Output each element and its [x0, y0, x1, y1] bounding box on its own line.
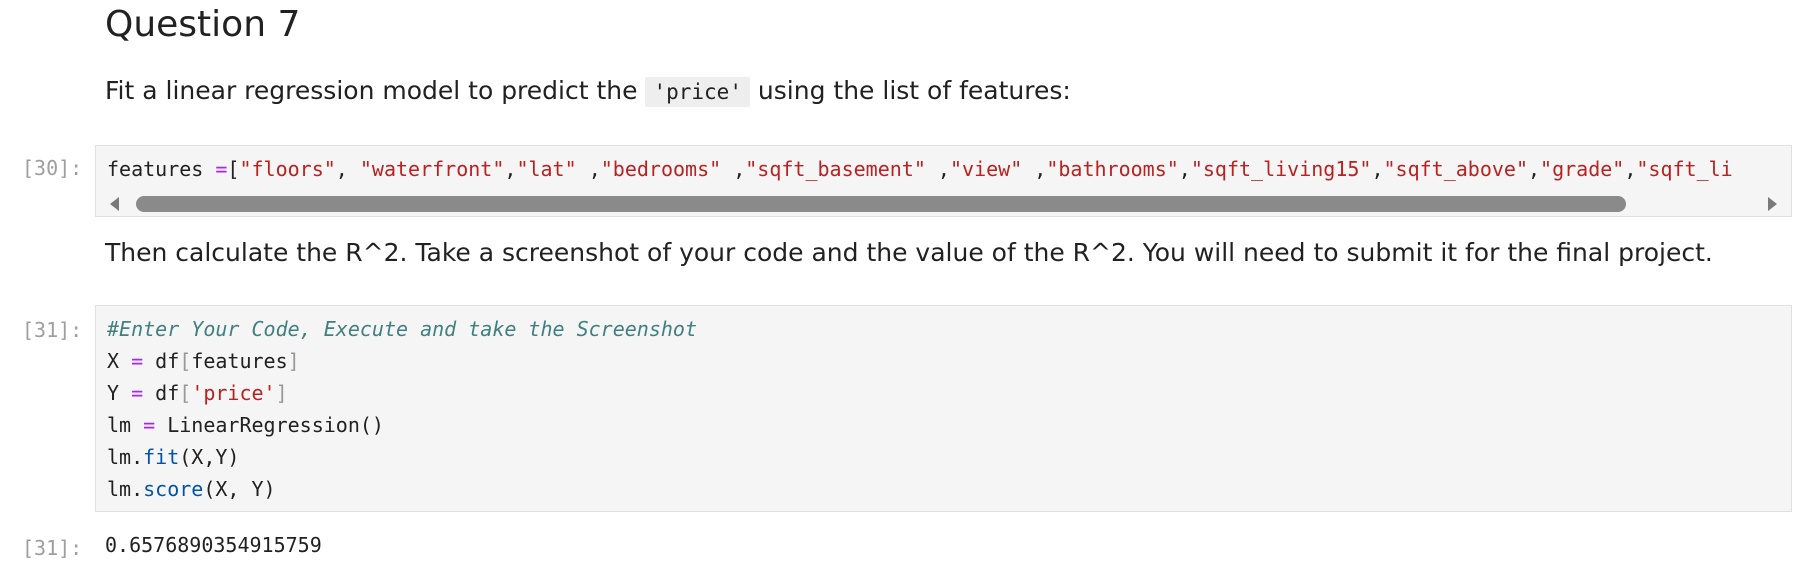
code-line-score: lm.score(X, Y) [96, 473, 1791, 505]
code-string: "sqft_basement" [745, 157, 926, 181]
code-string: "bedrooms" [600, 157, 722, 181]
code-token: , [1022, 157, 1047, 181]
code-operator: = [131, 349, 144, 373]
code-string: "lat" [516, 157, 577, 181]
cell-30-prompt: [30]: [22, 156, 83, 180]
scroll-left-arrow-icon[interactable] [110, 197, 119, 211]
horizontal-scrollbar[interactable] [96, 190, 1791, 216]
code-token: features [107, 157, 216, 181]
code-operator: = [131, 381, 144, 405]
cell-31-prompt: [31]: [22, 318, 83, 342]
code-token: lm. [107, 445, 144, 469]
code-token: df [143, 349, 180, 373]
code-token: [ [179, 349, 192, 373]
code-string: "view" [949, 157, 1023, 181]
code-string: "floors" [239, 157, 336, 181]
code-token: , [1624, 157, 1637, 181]
intro-text-after: using the list of features: [749, 76, 1071, 105]
code-string: "sqft_living15" [1190, 157, 1372, 181]
code-token: ] [275, 381, 288, 405]
code-string: "grade" [1540, 157, 1625, 181]
code-token: X [107, 349, 132, 373]
code-line-fit: lm.fit(X,Y) [96, 441, 1791, 473]
code-line-x: X = df[features] [96, 345, 1791, 377]
code-token: Y [107, 381, 132, 405]
code-token: , [576, 157, 601, 181]
code-token: , [925, 157, 950, 181]
code-token: [ [179, 381, 192, 405]
code-operator: = [215, 157, 228, 181]
code-string: "sqft_above" [1383, 157, 1529, 181]
code-cell-31[interactable]: #Enter Your Code, Execute and take the S… [95, 305, 1792, 512]
code-token: (X,Y) [179, 445, 240, 469]
code-string: "waterfront" [359, 157, 505, 181]
code-token: df [143, 381, 180, 405]
code-token: , [504, 157, 517, 181]
code-line-y: Y = df['price'] [96, 377, 1791, 409]
notebook: Question 7 Fit a linear regression model… [0, 0, 1818, 563]
code-cell-30[interactable]: features =["floors", "waterfront","lat" … [95, 145, 1792, 217]
code-token: , [1178, 157, 1191, 181]
inline-code-price: 'price' [645, 77, 750, 107]
code-token: LinearRegression() [155, 413, 384, 437]
code-token: lm [107, 413, 144, 437]
code-token: , [721, 157, 746, 181]
instruction-paragraph: Then calculate the R^2. Take a screensho… [105, 238, 1713, 267]
code-function: score [143, 477, 204, 501]
code-function: fit [143, 445, 180, 469]
code-token: , [1528, 157, 1541, 181]
output-value: 0.6576890354915759 [105, 533, 322, 557]
code-line-lm: lm = LinearRegression() [96, 409, 1791, 441]
features-code-line[interactable]: features =["floors", "waterfront","lat" … [96, 153, 1733, 185]
code-token: , [1371, 157, 1384, 181]
code-string: "bathrooms" [1046, 157, 1179, 181]
code-operator: = [143, 413, 156, 437]
code-string: 'price' [191, 381, 276, 405]
scroll-right-arrow-icon[interactable] [1768, 197, 1777, 211]
code-token: features [191, 349, 288, 373]
code-token: ] [287, 349, 300, 373]
code-token: (X, Y) [203, 477, 276, 501]
intro-paragraph: Fit a linear regression model to predict… [105, 76, 1071, 107]
code-string: "sqft_li [1636, 157, 1733, 181]
code-comment: #Enter Your Code, Execute and take the S… [107, 317, 698, 341]
code-token: [ [227, 157, 240, 181]
intro-text-before: Fit a linear regression model to predict… [105, 76, 646, 105]
code-token: lm. [107, 477, 144, 501]
code-token: , [335, 157, 360, 181]
output-31-prompt: [31]: [22, 536, 83, 560]
question-heading: Question 7 [105, 4, 301, 45]
scrollbar-thumb[interactable] [136, 196, 1626, 212]
